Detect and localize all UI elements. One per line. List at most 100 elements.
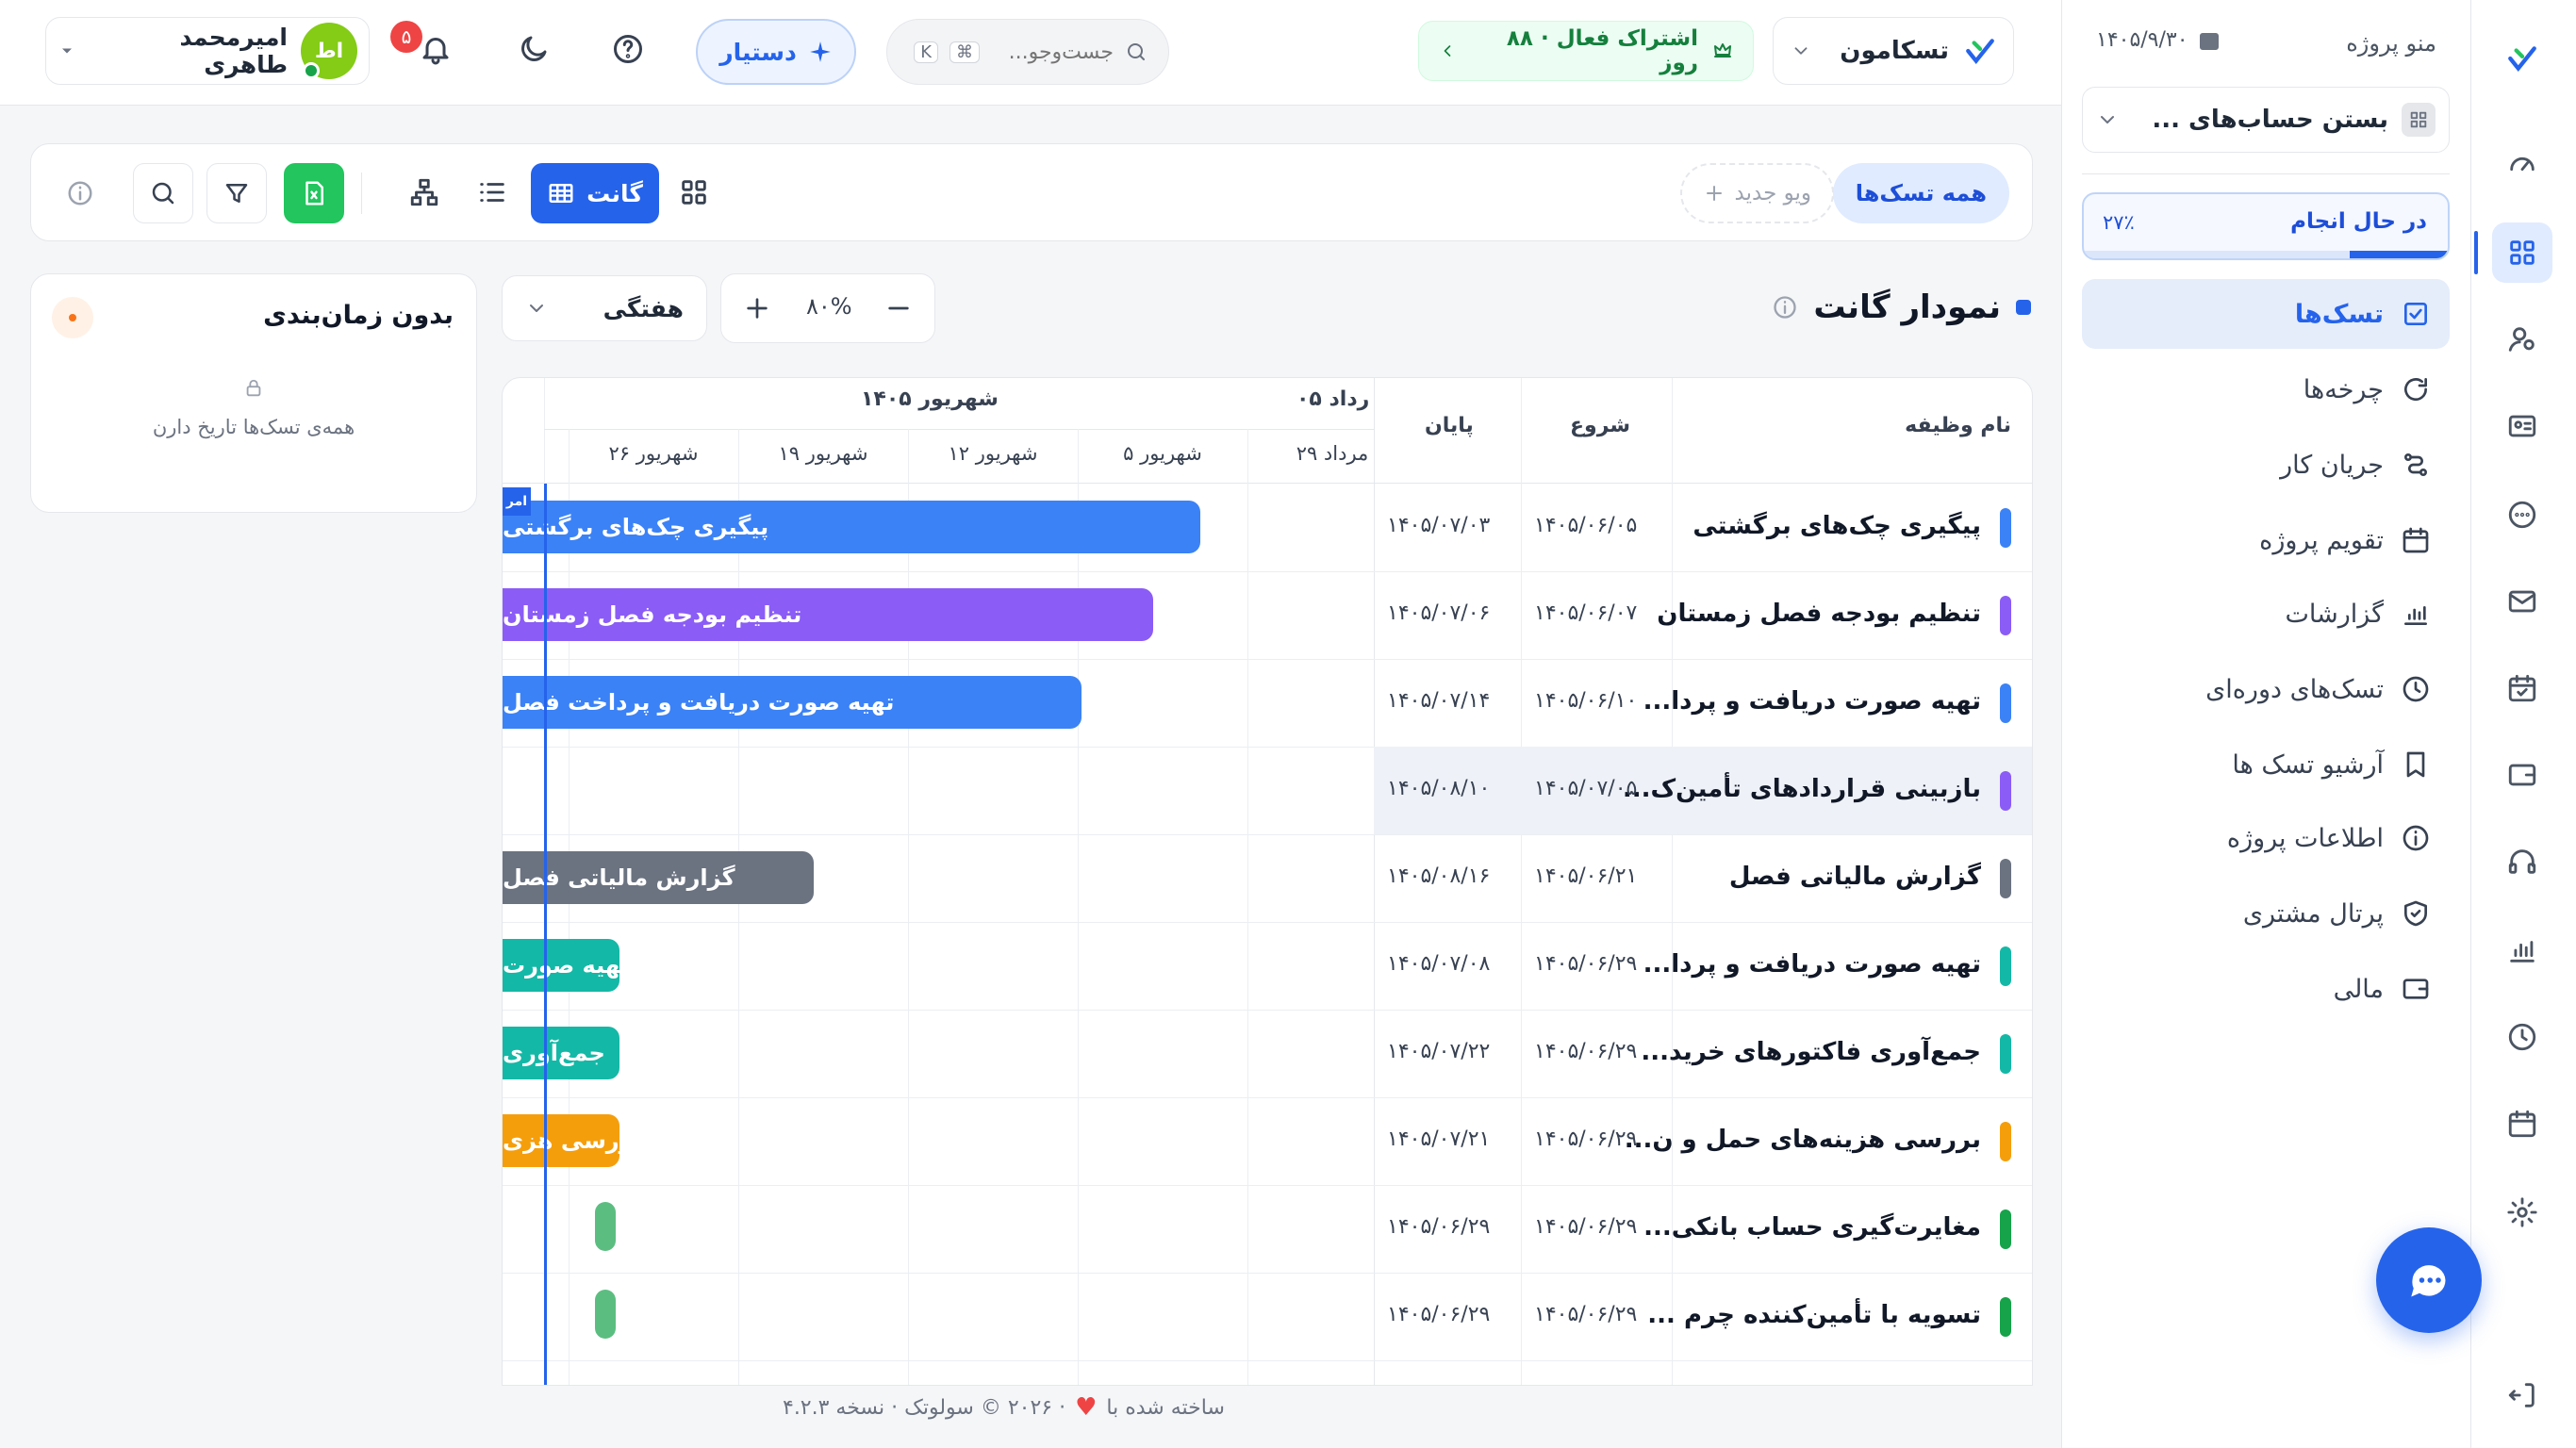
task-end-date: ۱۴۰۵/۰۸/۱۶ — [1387, 864, 1491, 888]
status-percent: ۲۷٪ — [2103, 211, 2135, 234]
gantt-view-button[interactable]: گانت — [531, 163, 659, 223]
help-icon[interactable] — [611, 32, 645, 72]
assistant-label: دستیار — [719, 38, 797, 66]
chat-icon[interactable] — [2492, 485, 2552, 545]
new-view-button[interactable]: ویو جدید — [1679, 163, 1834, 223]
nav-item[interactable]: آرشیو تسک ها — [2082, 730, 2450, 799]
export-excel-button[interactable] — [284, 163, 344, 223]
unscheduled-card: بدون زمان‌بندی همه‌ی تسک‌ها تاریخ دارن — [30, 273, 477, 513]
nav-item-label: اطلاعات پروژه — [2226, 823, 2384, 853]
nav-item[interactable]: چرخه‌ها — [2082, 354, 2450, 424]
tab-all-tasks[interactable]: همه تسک‌ها — [1832, 163, 2009, 223]
row-divider — [503, 922, 2032, 923]
task-name[interactable]: بررسی هزینه‌های حمل و ن... — [1625, 1126, 1981, 1154]
zoom-out-icon[interactable] — [883, 293, 914, 329]
nav-item[interactable]: پرتال مشتری — [2082, 879, 2450, 948]
hierarchy-view-icon[interactable] — [408, 176, 440, 214]
nav-item-label: آرشیو تسک ها — [2232, 749, 2384, 780]
list-view-icon[interactable] — [476, 176, 508, 214]
gantt-bar[interactable]: بررسی هزی — [503, 1114, 619, 1167]
task-color-stripe — [2000, 771, 2011, 811]
task-name[interactable]: مغایرت‌گیری حساب بانکی... — [1643, 1213, 1981, 1242]
nav-item-label: تقویم پروژه — [2259, 525, 2384, 555]
nav-item[interactable]: گزارشات — [2082, 579, 2450, 649]
scale-select[interactable]: هفتگی — [502, 275, 707, 341]
support-chat-button[interactable] — [2376, 1227, 2482, 1333]
info-icon[interactable] — [50, 163, 110, 223]
nav-item[interactable]: مالی — [2082, 954, 2450, 1024]
task-start-date: ۱۴۰۵/۰۶/۰۷ — [1534, 601, 1638, 625]
gantt-bar[interactable]: تنظیم بودجه فصل زمستان — [503, 588, 1153, 641]
task-name[interactable]: تسویه با تأمین‌کننده چرم ... — [1647, 1301, 1981, 1329]
filter-button[interactable] — [206, 163, 267, 223]
row-divider — [503, 1185, 2032, 1186]
week-gridline — [738, 429, 739, 1385]
view-toolbar: همه تسک‌ها ویو جدید گانت — [30, 143, 2033, 241]
bar-chart-icon[interactable] — [2492, 920, 2552, 980]
contact-card-icon[interactable] — [2492, 396, 2552, 456]
gantt-bar[interactable]: تهیه صورت — [503, 939, 619, 992]
mail-icon[interactable] — [2492, 571, 2552, 632]
logout-icon[interactable] — [2492, 1365, 2552, 1425]
table-icon — [549, 184, 573, 203]
chevron-down-icon — [1794, 47, 1808, 55]
task-name[interactable]: جمع‌آوری فاکتورهای خرید... — [1641, 1038, 1981, 1066]
task-end-date: ۱۴۰۵/۰۶/۲۹ — [1387, 1303, 1491, 1326]
assistant-button[interactable]: دستیار — [696, 19, 856, 85]
bell-icon[interactable] — [419, 32, 453, 72]
week-gridline — [908, 429, 909, 1385]
wallet-icon[interactable] — [2492, 745, 2552, 805]
task-name[interactable]: تهیه صورت دریافت و پردا... — [1643, 687, 1981, 716]
subscription-badge[interactable]: اشتراک فعال · ۸۸ روز — [1418, 21, 1754, 81]
nav-item[interactable]: تسک‌ها — [2082, 279, 2450, 349]
icon-rail — [2470, 0, 2576, 1448]
clock-icon[interactable] — [2492, 1007, 2552, 1067]
user-menu[interactable]: اط امیرمحمد طاهری — [45, 17, 370, 85]
task-name[interactable]: گزارش مالیاتی فصل — [1729, 863, 1981, 891]
gantt-bar[interactable]: گزارش مالیاتی فصل — [503, 851, 814, 904]
calendar-check-icon[interactable] — [2492, 658, 2552, 718]
gantt-bar[interactable] — [595, 1202, 616, 1251]
top-bar: تسکامون اشتراک فعال · ۸۸ روز ⌘ K دستیار … — [0, 0, 2061, 106]
task-end-date: ۱۴۰۵/۰۷/۲۲ — [1387, 1040, 1491, 1063]
nav-item[interactable]: تسک‌های دوره‌ای — [2082, 654, 2450, 724]
task-color-stripe — [2000, 683, 2011, 723]
projects-icon[interactable] — [2492, 222, 2552, 283]
nav-item[interactable]: جریان کار — [2082, 430, 2450, 500]
project-selector[interactable]: بستن حساب‌های ... — [2082, 87, 2450, 153]
board-view-icon[interactable] — [678, 176, 710, 214]
week-gridline — [569, 429, 570, 1385]
info-icon[interactable] — [1772, 294, 1798, 321]
task-name[interactable]: تهیه صورت دریافت و پردا... — [1643, 950, 1981, 979]
status-card[interactable]: در حال انجام ۲۷٪ — [2082, 192, 2450, 260]
zoom-in-icon[interactable] — [742, 293, 772, 329]
nav-item-label: تسک‌ها — [2294, 299, 2384, 329]
row-divider — [503, 1097, 2032, 1098]
headset-icon[interactable] — [2492, 831, 2552, 892]
search-button[interactable] — [133, 163, 193, 223]
settings-icon[interactable] — [2492, 1182, 2552, 1242]
chat-bubble-icon — [2411, 1265, 2446, 1297]
gantt-bar[interactable]: پیگیری چک‌های برگشتی — [503, 501, 1200, 553]
calendar-icon[interactable] — [2492, 1094, 2552, 1154]
nav-item[interactable]: تقویم پروژه — [2082, 505, 2450, 575]
row-divider — [503, 659, 2032, 660]
gantt-bar[interactable] — [595, 1290, 616, 1339]
users-icon[interactable] — [2492, 309, 2552, 370]
workspace-selector[interactable]: تسکامون — [1773, 17, 2014, 85]
row-divider — [503, 834, 2032, 835]
nav-item[interactable]: اطلاعات پروژه — [2082, 803, 2450, 873]
gantt-bar[interactable]: تهیه صورت دریافت و پرداخت فصل — [503, 676, 1082, 729]
task-name[interactable]: بازبینی قراردادهای تأمین‌ک... — [1623, 775, 1981, 803]
theme-toggle-icon[interactable] — [517, 32, 551, 72]
search-box[interactable]: ⌘ K — [886, 19, 1169, 85]
week-label: ۱۹ شهریور — [778, 442, 868, 465]
calendar-small-icon — [2199, 32, 2219, 50]
task-name[interactable]: تنظیم بودجه فصل زمستان — [1657, 600, 1981, 628]
dashboard-icon[interactable] — [2492, 134, 2552, 194]
gantt-bar[interactable]: جمع‌آوری — [503, 1027, 619, 1079]
search-input[interactable] — [991, 40, 1114, 64]
logo-icon[interactable] — [2492, 28, 2552, 89]
task-start-date: ۱۴۰۵/۰۷/۰۵ — [1534, 777, 1638, 800]
task-name[interactable]: پیگیری چک‌های برگشتی — [1693, 512, 1981, 540]
